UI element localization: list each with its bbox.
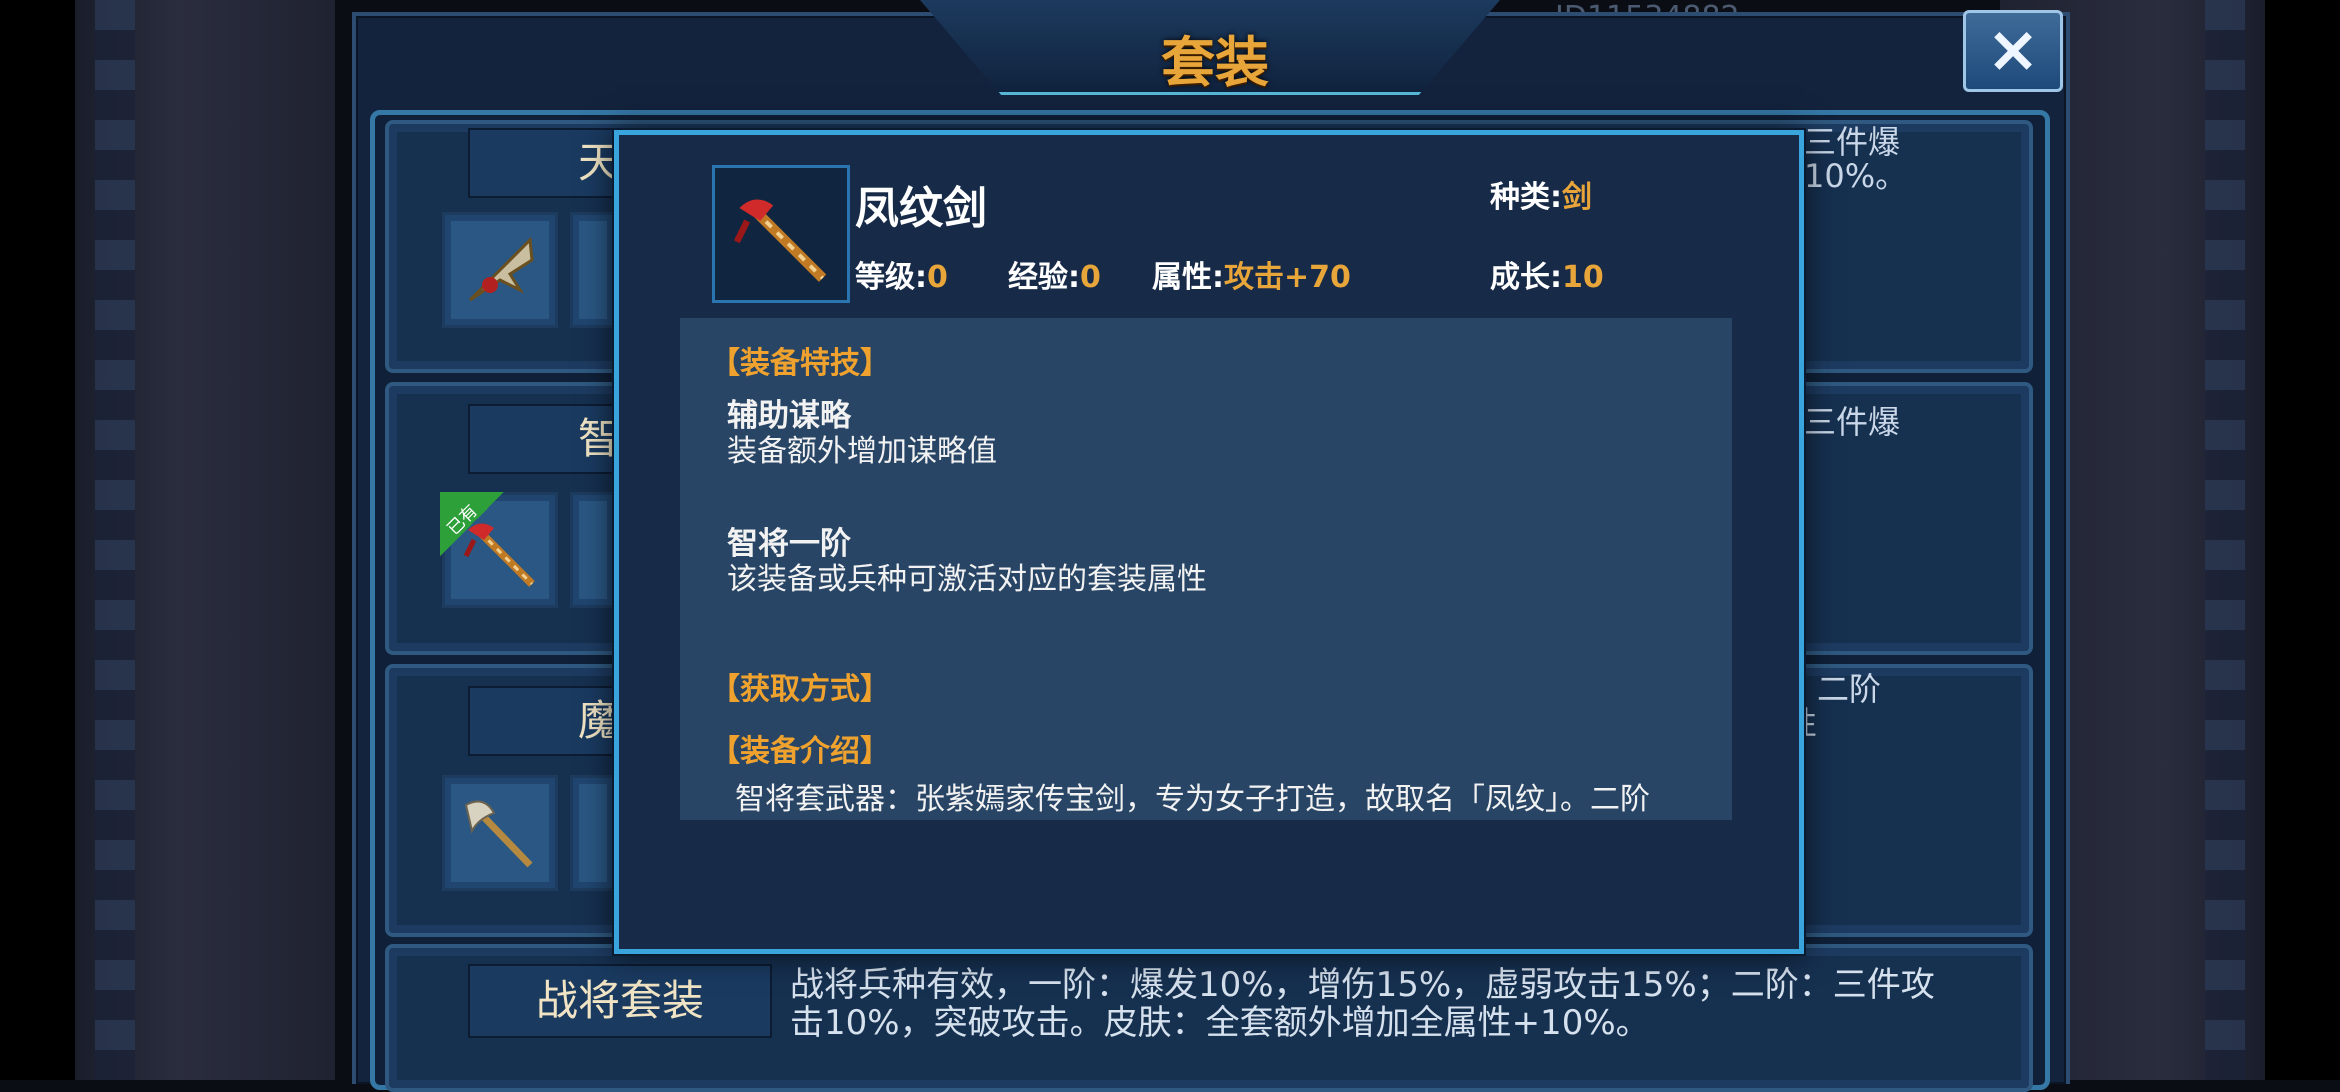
owned-badge: 已有 [440, 492, 504, 556]
item-icon-frame [712, 165, 850, 303]
left-background [75, 0, 335, 1080]
intro-text: 智将套武器：张紫嫣家传宝剑，专为女子打造，故取名「凤纹」。二阶 [735, 782, 1650, 817]
item-attribute: 属性:攻击+70 [1152, 260, 1351, 295]
item-growth: 成长:10 [1490, 260, 1604, 295]
set-name: 战将套装 [468, 964, 772, 1038]
source-header: 【获取方式】 [710, 672, 890, 707]
skill-header: 【装备特技】 [710, 346, 890, 381]
right-black-bar [2265, 0, 2340, 1080]
equipment-slot[interactable] [570, 212, 616, 328]
left-black-bar [0, 0, 75, 1080]
axe-weapon-icon [464, 800, 533, 868]
claw-weapon-icon [468, 236, 534, 302]
equipment-slot[interactable] [442, 775, 558, 891]
item-type: 种类:剑 [1490, 180, 1592, 215]
close-button[interactable]: × [1963, 10, 2063, 92]
close-icon: × [1986, 13, 2040, 87]
item-exp: 经验:0 [1008, 260, 1101, 295]
set-desc: 三件爆 [1804, 403, 1901, 441]
item-name: 凤纹剑 [855, 183, 987, 234]
equipment-slot[interactable] [570, 492, 616, 608]
equipment-slot[interactable] [570, 775, 616, 891]
item-level: 等级:0 [855, 260, 948, 295]
set-desc: 战将兵种有效，一阶：爆发10%，增伤15%，虚弱攻击15%；二阶：三件攻击10%… [790, 965, 1935, 1043]
skill-desc: 装备额外增加谋略值 [727, 434, 997, 469]
set-desc: 三件爆 10%。 [1804, 123, 1908, 195]
intro-header: 【装备介绍】 [710, 734, 890, 769]
equipment-slot[interactable] [442, 212, 558, 328]
panel-title: 套装 [1161, 31, 1269, 94]
skill-desc: 该装备或兵种可激活对应的套装属性 [727, 562, 1207, 597]
phoenix-sword-icon [733, 199, 827, 282]
